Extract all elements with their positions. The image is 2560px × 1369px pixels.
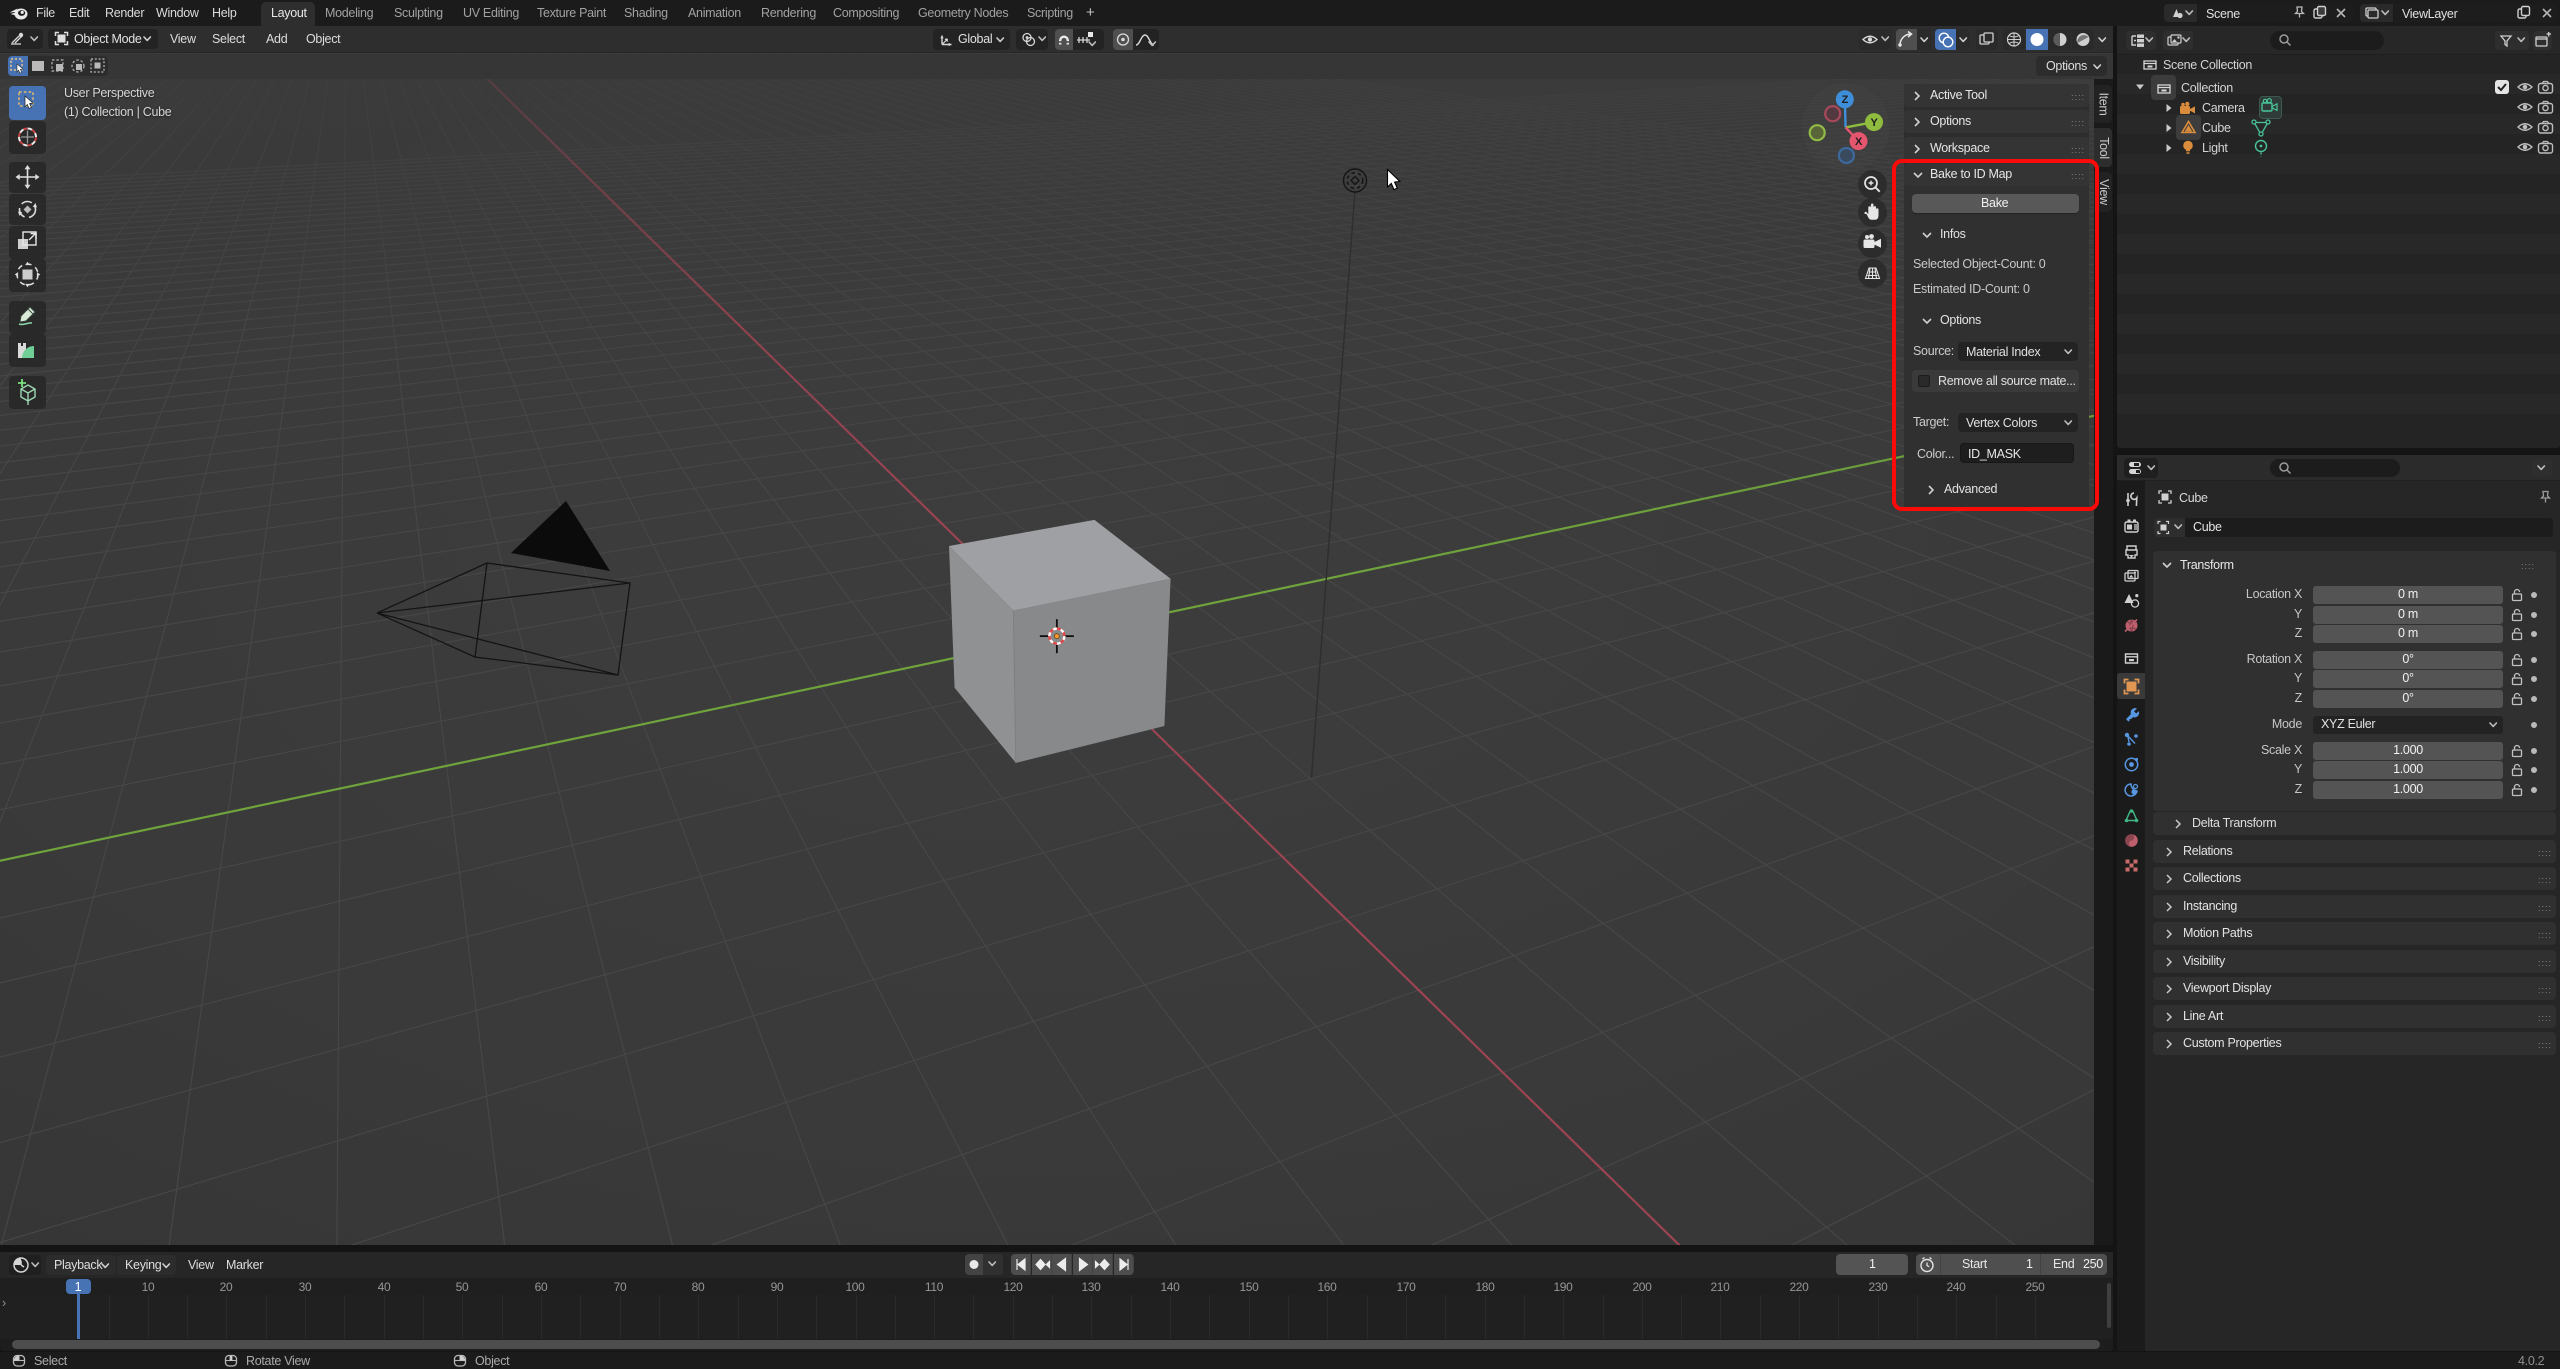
svg-text:X: X (1855, 136, 1863, 148)
svg-text:Z: Z (1842, 94, 1849, 106)
svg-text:Y: Y (1870, 117, 1878, 129)
